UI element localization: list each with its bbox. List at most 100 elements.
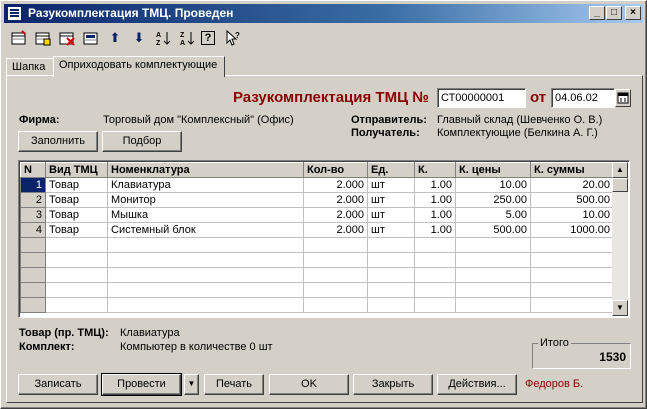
edit-row-icon[interactable] [81,28,101,48]
actions-button[interactable]: Действия... [437,374,517,395]
cell-coef[interactable]: 1.00 [414,222,456,238]
post-menu-button[interactable]: ▼ [184,374,199,395]
col-header-sum-coef[interactable]: К. суммы [530,162,614,178]
cell-unit[interactable]: шт [367,222,415,238]
table-row[interactable]: 4 Товар Системный блок 2.000 шт 1.00 500.00 100… [20,222,614,238]
cell-sum-coef[interactable] [530,282,614,298]
cell-n[interactable] [20,282,46,298]
cell-coef[interactable]: 1.00 [414,192,456,208]
cell-coef[interactable] [414,297,456,313]
cell-coef[interactable]: 1.00 [414,207,456,223]
table-row[interactable]: 2 Товар Монитор 2.000 шт 1.00 250.00 500.00 [20,192,614,208]
cell-qty[interactable] [303,297,368,313]
table-row[interactable]: 3 Товар Мышка 2.000 шт 1.00 5.00 10.00 [20,207,614,223]
cell-kind[interactable] [45,282,108,298]
cell-unit[interactable] [367,237,415,253]
cell-unit[interactable] [367,252,415,268]
cell-sum-coef[interactable]: 20.00 [530,177,614,193]
col-header-qty[interactable]: Кол-во [303,162,368,178]
items-table[interactable]: N Вид ТМЦ Номенклатура Кол-во Ед. К. К. … [18,160,630,318]
cell-nomenclature[interactable] [107,252,304,268]
cell-sum-coef[interactable]: 500.00 [530,192,614,208]
cell-unit[interactable] [367,267,415,283]
scroll-up-icon[interactable]: ▲ [612,162,628,178]
minimize-button[interactable]: _ [589,6,605,20]
scroll-thumb[interactable] [612,178,628,192]
post-button[interactable]: Провести [101,373,182,396]
cell-kind[interactable] [45,252,108,268]
cell-qty[interactable] [303,252,368,268]
col-header-coef[interactable]: К. [414,162,456,178]
ok-button[interactable]: OK [269,374,349,395]
scroll-down-icon[interactable]: ▼ [612,300,628,316]
cell-sum-coef[interactable] [530,267,614,283]
cell-nomenclature[interactable] [107,282,304,298]
cell-nomenclature[interactable] [107,267,304,283]
calendar-button[interactable] [615,89,631,107]
cell-price-coef[interactable] [455,237,531,253]
col-header-price-coef[interactable]: К. цены [455,162,531,178]
empty-table-row[interactable] [20,252,614,268]
cell-sum-coef[interactable]: 1000.00 [530,222,614,238]
cell-n[interactable]: 2 [20,192,46,208]
cell-qty[interactable]: 2.000 [303,222,368,238]
save-button[interactable]: Записать [18,374,98,395]
copy-row-icon[interactable] [33,28,53,48]
pick-button[interactable]: Подбор [102,131,182,152]
cell-n[interactable]: 1 [20,177,46,193]
new-row-icon[interactable] [9,28,29,48]
sort-asc-icon[interactable]: AZ [153,28,173,48]
context-help-icon[interactable]: ? [223,28,243,48]
cell-price-coef[interactable] [455,297,531,313]
cell-kind[interactable]: Товар [45,177,108,193]
col-header-kind[interactable]: Вид ТМЦ [45,162,108,178]
cell-n[interactable] [20,267,46,283]
cell-coef[interactable] [414,267,456,283]
print-button[interactable]: Печать [204,374,264,395]
cell-coef[interactable] [414,237,456,253]
cell-nomenclature[interactable] [107,237,304,253]
cell-kind[interactable] [45,237,108,253]
empty-table-row[interactable] [20,297,614,313]
move-up-icon[interactable]: ⬆ [105,28,125,48]
empty-table-row[interactable] [20,237,614,253]
cell-kind[interactable] [45,267,108,283]
empty-table-row[interactable] [20,267,614,283]
cell-qty[interactable]: 2.000 [303,177,368,193]
col-header-n[interactable]: N [20,162,46,178]
fill-button[interactable]: Заполнить [18,131,98,152]
cell-coef[interactable] [414,252,456,268]
cell-qty[interactable]: 2.000 [303,207,368,223]
cell-n[interactable] [20,237,46,253]
title-bar[interactable]: Разукомплектация ТМЦ. Проведен _ □ × [4,4,643,23]
table-row[interactable]: 1 Товар Клавиатура 2.000 шт 1.00 10.00 20.00 [20,177,614,193]
cell-sum-coef[interactable] [530,252,614,268]
doc-number-field[interactable]: СТ00000001 [437,88,526,108]
cell-n[interactable] [20,252,46,268]
cell-price-coef[interactable] [455,282,531,298]
cell-unit[interactable]: шт [367,192,415,208]
cell-price-coef[interactable]: 5.00 [455,207,531,223]
delete-row-icon[interactable] [57,28,77,48]
cell-price-coef[interactable]: 10.00 [455,177,531,193]
col-header-unit[interactable]: Ед. [367,162,415,178]
cell-qty[interactable]: 2.000 [303,192,368,208]
cell-n[interactable] [20,297,46,313]
cell-nomenclature[interactable] [107,297,304,313]
cell-qty[interactable] [303,267,368,283]
cell-kind[interactable]: Товар [45,192,108,208]
doc-date-field[interactable]: 04.06.02 [551,88,615,108]
cell-nomenclature[interactable]: Клавиатура [107,177,304,193]
cell-sum-coef[interactable] [530,237,614,253]
close-button[interactable]: Закрыть [353,374,433,395]
cell-coef[interactable] [414,282,456,298]
move-down-icon[interactable]: ⬇ [129,28,149,48]
cell-coef[interactable]: 1.00 [414,177,456,193]
cell-price-coef[interactable]: 500.00 [455,222,531,238]
cell-kind[interactable]: Товар [45,207,108,223]
cell-price-coef[interactable] [455,252,531,268]
cell-kind[interactable]: Товар [45,222,108,238]
cell-qty[interactable] [303,237,368,253]
col-header-nomenclature[interactable]: Номенклатура [107,162,304,178]
tab-header[interactable]: Шапка [6,58,54,76]
